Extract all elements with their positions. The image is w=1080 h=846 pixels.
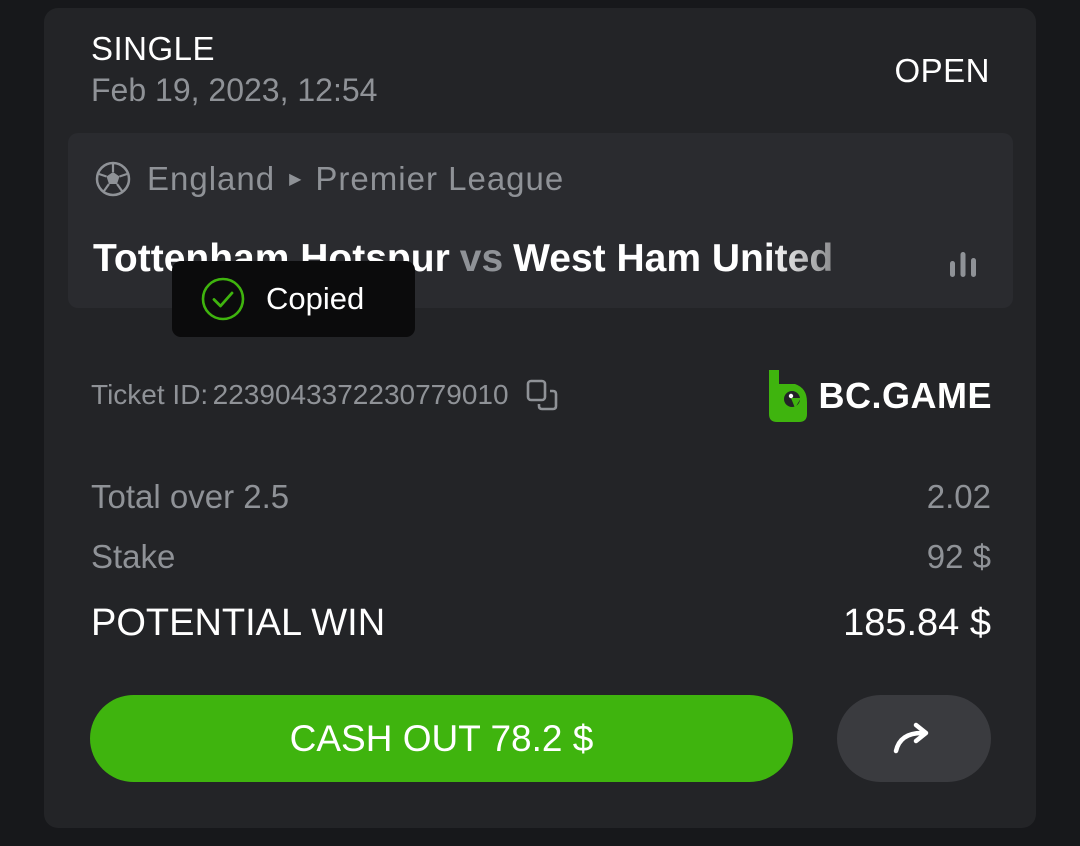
potential-win-label: POTENTIAL WIN (91, 602, 386, 644)
ticket-id-row: Ticket ID: 2239043372230779010 (91, 378, 559, 412)
potential-win-row: POTENTIAL WIN 185.84 $ (91, 602, 991, 645)
soccer-ball-icon (95, 161, 131, 197)
match-league[interactable]: Premier League (315, 160, 564, 198)
bc-game-logo-icon (768, 370, 807, 422)
stake-value: 92 $ (926, 538, 991, 575)
match-country[interactable]: England (147, 160, 275, 198)
share-button[interactable] (837, 695, 991, 782)
text-fade (768, 223, 888, 293)
ticket-id-value: 2239043372230779010 (212, 379, 509, 410)
bet-date: Feb 19, 2023, 12:54 (91, 72, 378, 108)
market-row: Total over 2.5 2.02 (91, 478, 991, 516)
bet-type: SINGLE (91, 30, 216, 67)
stake-label: Stake (91, 538, 176, 575)
copy-icon[interactable] (525, 378, 559, 412)
breadcrumb-arrow-icon: ▶ (289, 171, 302, 188)
bar-chart-icon[interactable] (946, 247, 980, 281)
market-label: Total over 2.5 (91, 478, 290, 515)
share-arrow-icon (893, 722, 929, 753)
cash-out-button[interactable]: CASH OUT 78.2 $ (90, 695, 793, 782)
stake-row: Stake 92 $ (91, 538, 991, 576)
bet-ticket-card: SINGLE Feb 19, 2023, 12:54 OPEN England … (44, 8, 1036, 828)
toast-text: Copied (266, 281, 365, 316)
ticket-id-label: Ticket ID: (91, 379, 209, 410)
copied-toast: Copied (172, 261, 415, 337)
brand-logo: BC.GAME (765, 368, 993, 424)
bet-status: OPEN (894, 52, 990, 89)
potential-win-value: 185.84 $ (843, 602, 991, 644)
check-circle-icon (201, 277, 245, 321)
brand-name: BC.GAME (818, 375, 992, 416)
market-odds: 2.02 (926, 478, 991, 515)
breadcrumb: England ▶ Premier League (95, 159, 564, 199)
vs-label: vs (459, 237, 504, 280)
